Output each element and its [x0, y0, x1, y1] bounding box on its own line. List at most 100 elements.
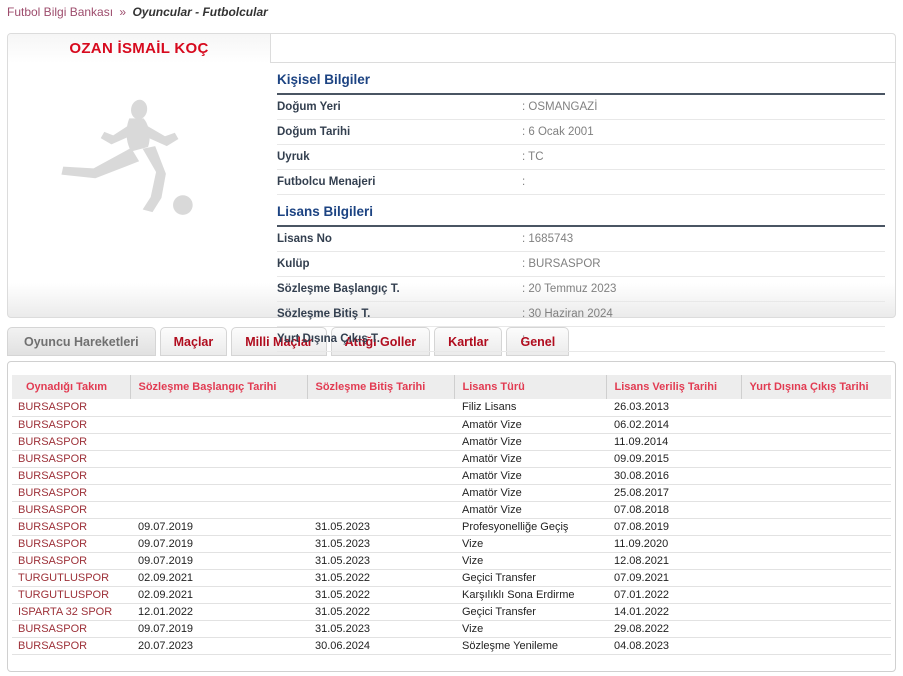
footballer-silhouette-icon — [45, 97, 235, 222]
table-row: TURGUTLUSPOR02.09.202131.05.2022Geçici T… — [12, 569, 891, 586]
table-cell — [130, 450, 307, 467]
team-link[interactable]: TURGUTLUSPOR — [12, 569, 130, 586]
table-row: TURGUTLUSPOR02.09.202131.05.2022Karşılık… — [12, 586, 891, 603]
table-cell: 31.05.2022 — [307, 603, 454, 620]
table-cell: Filiz Lisans — [454, 399, 606, 416]
team-link[interactable]: BURSASPOR — [12, 467, 130, 484]
column-header-3: Sözleşme Bitiş Tarihi — [307, 375, 454, 399]
info-value: : 1685743 — [522, 233, 573, 245]
team-link[interactable]: BURSASPOR — [12, 620, 130, 637]
table-cell: 31.05.2023 — [307, 552, 454, 569]
panel-body: Kişisel Bilgiler Doğum Yeri: OSMANGAZİ Do… — [8, 63, 895, 352]
table-cell — [741, 467, 891, 484]
info-value: : TC — [522, 151, 544, 163]
column-header-5: Lisans Veriliş Tarihi — [606, 375, 741, 399]
team-link[interactable]: BURSASPOR — [12, 518, 130, 535]
info-label: Doğum Tarihi — [277, 126, 522, 138]
table-row: BURSASPORAmatör Vize07.08.2018 — [12, 501, 891, 518]
license-info-section: Lisans Bilgileri Lisans No: 1685743Kulüp… — [277, 195, 885, 352]
team-link[interactable]: BURSASPOR — [12, 399, 130, 416]
personal-info-title: Kişisel Bilgiler — [277, 63, 885, 95]
table-cell — [307, 416, 454, 433]
table-cell: 26.03.2013 — [606, 399, 741, 416]
table-cell: 07.09.2021 — [606, 569, 741, 586]
table-cell: 30.06.2024 — [307, 637, 454, 654]
table-cell: 07.01.2022 — [606, 586, 741, 603]
table-cell: Sözleşme Yenileme — [454, 637, 606, 654]
team-link[interactable]: BURSASPOR — [12, 433, 130, 450]
player-photo-area — [8, 63, 271, 352]
table-cell — [741, 450, 891, 467]
table-cell: Profesyonelliğe Geçiş — [454, 518, 606, 535]
table-cell: 06.02.2014 — [606, 416, 741, 433]
table-cell: 14.01.2022 — [606, 603, 741, 620]
table-row: BURSASPOR20.07.202330.06.2024Sözleşme Ye… — [12, 637, 891, 654]
team-link[interactable]: BURSASPOR — [12, 501, 130, 518]
table-cell: 29.08.2022 — [606, 620, 741, 637]
table-row: BURSASPORAmatör Vize11.09.2014 — [12, 433, 891, 450]
table-cell: Amatör Vize — [454, 433, 606, 450]
table-cell — [130, 399, 307, 416]
table-cell: Geçici Transfer — [454, 569, 606, 586]
table-cell: Amatör Vize — [454, 450, 606, 467]
table-cell: Amatör Vize — [454, 416, 606, 433]
table-cell — [741, 399, 891, 416]
info-label: Kulüp — [277, 258, 522, 270]
table-cell — [307, 467, 454, 484]
info-value: : OSMANGAZİ — [522, 101, 597, 113]
movements-table: Oynadığı TakımSözleşme Başlangıç TarihiS… — [12, 375, 891, 655]
column-header-1: Oynadığı Takım — [12, 375, 130, 399]
breadcrumb: Futbol Bilgi Bankası » Oyuncular - Futbo… — [0, 0, 903, 21]
table-row: BURSASPORAmatör Vize30.08.2016 — [12, 467, 891, 484]
panel-header-spacer — [271, 34, 895, 63]
table-cell: 02.09.2021 — [130, 586, 307, 603]
table-cell — [741, 620, 891, 637]
table-cell: 11.09.2020 — [606, 535, 741, 552]
table-cell: 12.08.2021 — [606, 552, 741, 569]
info-row: Yurt Dışına Çıkış T.: — [277, 327, 885, 352]
table-header-row: Oynadığı TakımSözleşme Başlangıç TarihiS… — [12, 375, 891, 399]
team-link[interactable]: BURSASPOR — [12, 484, 130, 501]
table-cell — [307, 450, 454, 467]
info-row: Sözleşme Bitiş T.: 30 Haziran 2024 — [277, 302, 885, 327]
info-row: Doğum Yeri: OSMANGAZİ — [277, 95, 885, 120]
info-row: Sözleşme Başlangıç T.: 20 Temmuz 2023 — [277, 277, 885, 302]
info-value: : 6 Ocak 2001 — [522, 126, 594, 138]
table-cell: Karşılıklı Sona Erdirme — [454, 586, 606, 603]
team-link[interactable]: TURGUTLUSPOR — [12, 586, 130, 603]
team-link[interactable]: BURSASPOR — [12, 637, 130, 654]
table-cell: 30.08.2016 — [606, 467, 741, 484]
info-value: : — [522, 176, 525, 188]
table-cell: 31.05.2023 — [307, 518, 454, 535]
breadcrumb-root-link[interactable]: Futbol Bilgi Bankası — [7, 5, 113, 19]
team-link[interactable]: BURSASPOR — [12, 552, 130, 569]
team-link[interactable]: ISPARTA 32 SPOR — [12, 603, 130, 620]
table-row: BURSASPOR09.07.201931.05.2023Profesyonel… — [12, 518, 891, 535]
player-details: Kişisel Bilgiler Doğum Yeri: OSMANGAZİ Do… — [271, 63, 895, 352]
info-label: Uyruk — [277, 151, 522, 163]
table-row: BURSASPOR Filiz Lisans26.03.2013 — [12, 399, 891, 416]
team-link[interactable]: BURSASPOR — [12, 535, 130, 552]
table-cell — [130, 467, 307, 484]
table-cell: 04.08.2023 — [606, 637, 741, 654]
team-link[interactable]: BURSASPOR — [12, 450, 130, 467]
info-value: : BURSASPOR — [522, 258, 601, 270]
table-cell — [307, 484, 454, 501]
table-cell — [741, 416, 891, 433]
table-cell: 31.05.2023 — [307, 535, 454, 552]
table-cell — [130, 433, 307, 450]
table-cell — [741, 501, 891, 518]
team-link[interactable]: BURSASPOR — [12, 416, 130, 433]
info-row: Lisans No: 1685743 — [277, 227, 885, 252]
info-label: Sözleşme Başlangıç T. — [277, 283, 522, 295]
table-row: ISPARTA 32 SPOR12.01.202231.05.2022Geçic… — [12, 603, 891, 620]
info-label: Yurt Dışına Çıkış T. — [277, 333, 522, 345]
table-cell: 31.05.2022 — [307, 569, 454, 586]
breadcrumb-separator: » — [119, 5, 126, 19]
info-label: Sözleşme Bitiş T. — [277, 308, 522, 320]
table-cell: 02.09.2021 — [130, 569, 307, 586]
player-name: OZAN İSMAİL KOÇ — [69, 40, 208, 57]
table-cell: 12.01.2022 — [130, 603, 307, 620]
table-cell — [130, 484, 307, 501]
table-cell — [741, 484, 891, 501]
